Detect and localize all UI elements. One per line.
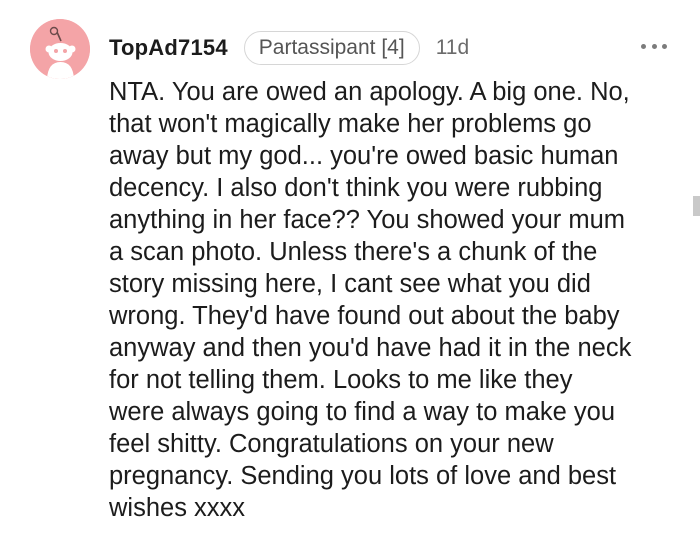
comment-timestamp[interactable]: 11d — [436, 36, 469, 60]
username-link[interactable]: TopAd7154 — [109, 35, 228, 61]
snoo-avatar-icon — [30, 19, 90, 79]
user-avatar[interactable] — [30, 19, 90, 79]
more-dot — [662, 43, 667, 49]
comment-card: TopAd7154 Partassipant [4] 11d NTA. You … — [0, 0, 700, 544]
more-dot — [651, 43, 657, 49]
more-dot — [641, 43, 646, 49]
user-flair-badge: Partassipant [4] — [243, 31, 420, 65]
comment-header: TopAd7154 Partassipant [4] 11d — [109, 28, 469, 68]
more-options-icon[interactable] — [641, 36, 667, 56]
comment-body: NTA. You are owed an apology. A big one.… — [109, 78, 632, 522]
scrollbar-thumb[interactable] — [693, 196, 700, 216]
